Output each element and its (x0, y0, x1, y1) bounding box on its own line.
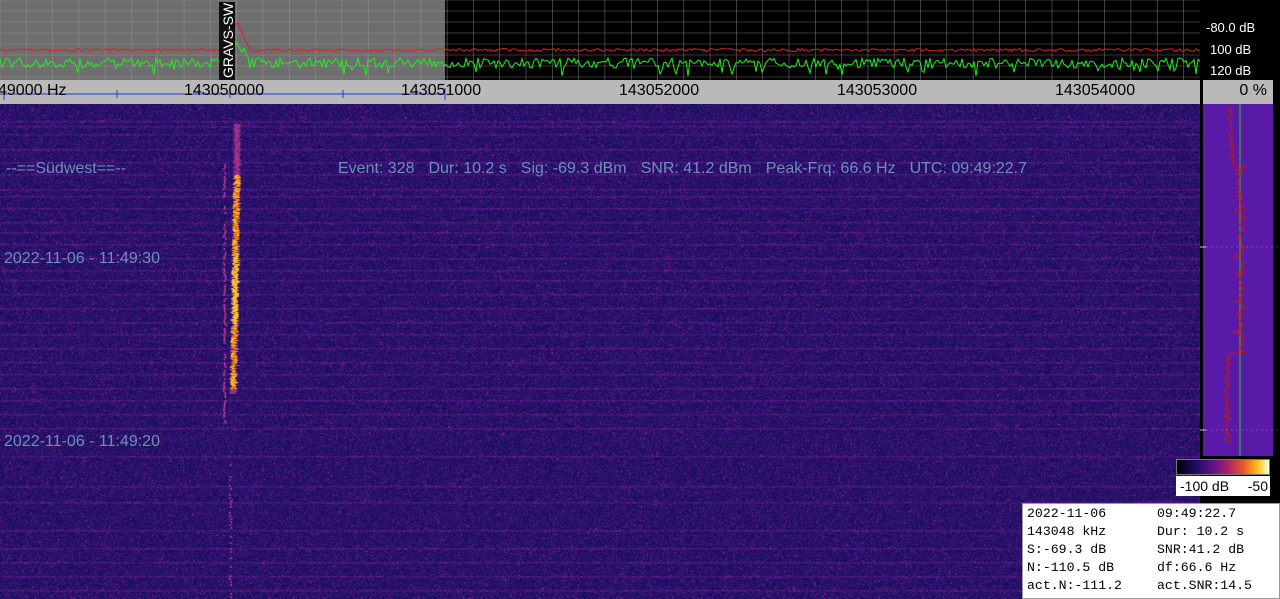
freq-label-4: 143053000 (837, 82, 918, 99)
percent-indicator: 0 % (1203, 80, 1273, 104)
info-df: df:66.6 Hz (1157, 560, 1237, 575)
db-label-120: 120 dB (1210, 63, 1252, 78)
colorbar-max-label: -50 (1247, 478, 1268, 494)
info-row: 2022-11-06 09:49:22.7 (1027, 506, 1279, 524)
colorbar-gradient (1176, 459, 1270, 475)
timestamp-label-1: 2022-11-06 - 11:49:30 (4, 250, 160, 267)
event-snr: SNR: 41.2 dBm (640, 160, 752, 177)
colorbar-min-label: -100 dB (1180, 478, 1230, 494)
info-noise: N:-110.5 dB (1027, 560, 1115, 575)
freq-label-2: 143051000 (401, 82, 482, 99)
info-row: N:-110.5 dB df:66.6 Hz (1027, 560, 1279, 578)
info-act-noise: act.N:-111.2 (1027, 578, 1122, 593)
spectrum-marker-label: GRAVS-SW (220, 2, 236, 78)
event-peak-freq: Peak-Frq: 66.6 Hz (765, 160, 896, 177)
event-utc: UTC: 09:49:22.7 (909, 160, 1027, 177)
info-duration: Dur: 10.2 s (1157, 524, 1245, 539)
info-frequency: 143048 kHz (1027, 524, 1107, 539)
info-row: 143048 kHz Dur: 10.2 s (1027, 524, 1279, 542)
info-act-snr: act.SNR:14.5 (1157, 578, 1252, 593)
spectrum-display: GRAVS-SW (0, 0, 1200, 80)
info-signal: S:-69.3 dB (1027, 542, 1107, 557)
freq-label-5: 143054000 (1055, 82, 1136, 99)
station-label: --==Südwest==-- (6, 160, 127, 177)
freq-label-3: 143052000 (619, 82, 700, 99)
db-label-80: -80.0 dB (1206, 20, 1256, 35)
event-number: Event: 328 (338, 160, 415, 177)
colorbar-labels: -100 dB -50 (1176, 476, 1270, 496)
db-label-100: 100 dB (1210, 42, 1252, 57)
info-row: act.N:-111.2 act.SNR:14.5 (1027, 578, 1279, 596)
spectrum-plot: GRAVS-SW (0, 0, 1200, 80)
timestamp-label-2: 2022-11-06 - 11:49:20 (4, 433, 160, 450)
info-row: S:-69.3 dB SNR:41.2 dB (1027, 542, 1279, 560)
waterfall-canvas (0, 104, 1200, 599)
percent-value: 0 % (1239, 82, 1267, 99)
waterfall-display[interactable]: --==Südwest==-- Event: 328 Dur: 10.2 s Sig… (0, 104, 1200, 599)
event-duration: Dur: 10.2 s (428, 160, 507, 177)
event-info-box: 2022-11-06 09:49:22.7 143048 kHz Dur: 10… (1022, 503, 1280, 599)
info-date: 2022-11-06 (1027, 506, 1107, 521)
event-signal: Sig: -69.3 dBm (520, 160, 627, 177)
freq-label-0: 49000 Hz (0, 82, 67, 99)
frequency-axis[interactable]: 49000 Hz 143050000 143051000 143052000 1… (0, 80, 1200, 104)
event-info-line: Event: 328 Dur: 10.2 s Sig: -69.3 dBm SNR: … (338, 160, 1041, 178)
info-time: 09:49:22.7 (1157, 506, 1237, 521)
freq-label-1: 143050000 (184, 82, 265, 99)
frequency-ticks (0, 88, 446, 100)
info-snr: SNR:41.2 dB (1157, 542, 1245, 557)
